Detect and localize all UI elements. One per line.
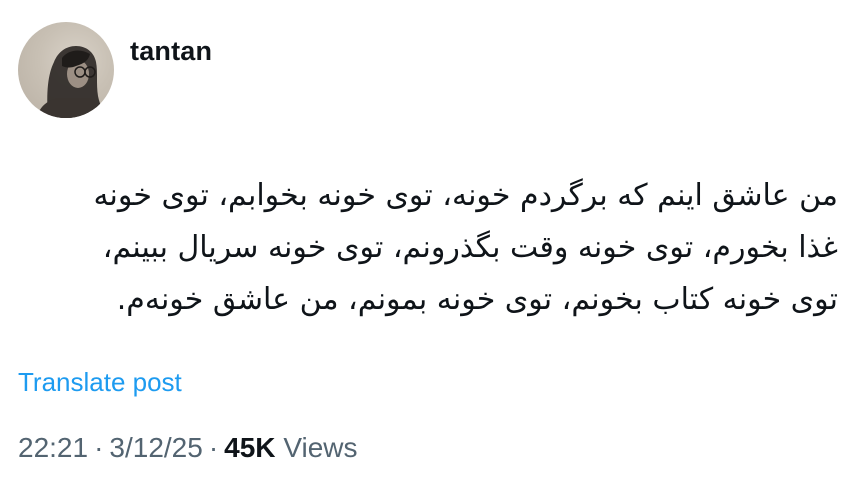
avatar-photo [36, 46, 108, 118]
post-time[interactable]: 22:21 [18, 432, 88, 463]
meta-separator: · [208, 432, 219, 463]
views-count[interactable]: 45K [224, 432, 275, 463]
post-text-line: توی خونه کتاب بخونم، توی خونه بمونم، من … [116, 282, 838, 317]
meta-separator: · [94, 432, 104, 463]
post-meta: 22:21 · 3/12/25 · 45K Views [18, 432, 358, 464]
username[interactable]: tantan [130, 36, 212, 67]
post-text-line: غذا بخورم، توی خونه وقت بگذرونم، توی خون… [102, 230, 838, 265]
post-text-line: من عاشق اینم که برگردم خونه، توی خونه بخ… [93, 178, 838, 213]
translate-post-link[interactable]: Translate post [18, 367, 182, 398]
avatar[interactable] [18, 22, 114, 118]
post-text: من عاشق اینم که برگردم خونه، توی خونه بخ… [20, 170, 838, 326]
views-label: Views [283, 432, 358, 463]
post-date[interactable]: 3/12/25 [109, 432, 202, 463]
post-header: tantan [18, 22, 212, 118]
